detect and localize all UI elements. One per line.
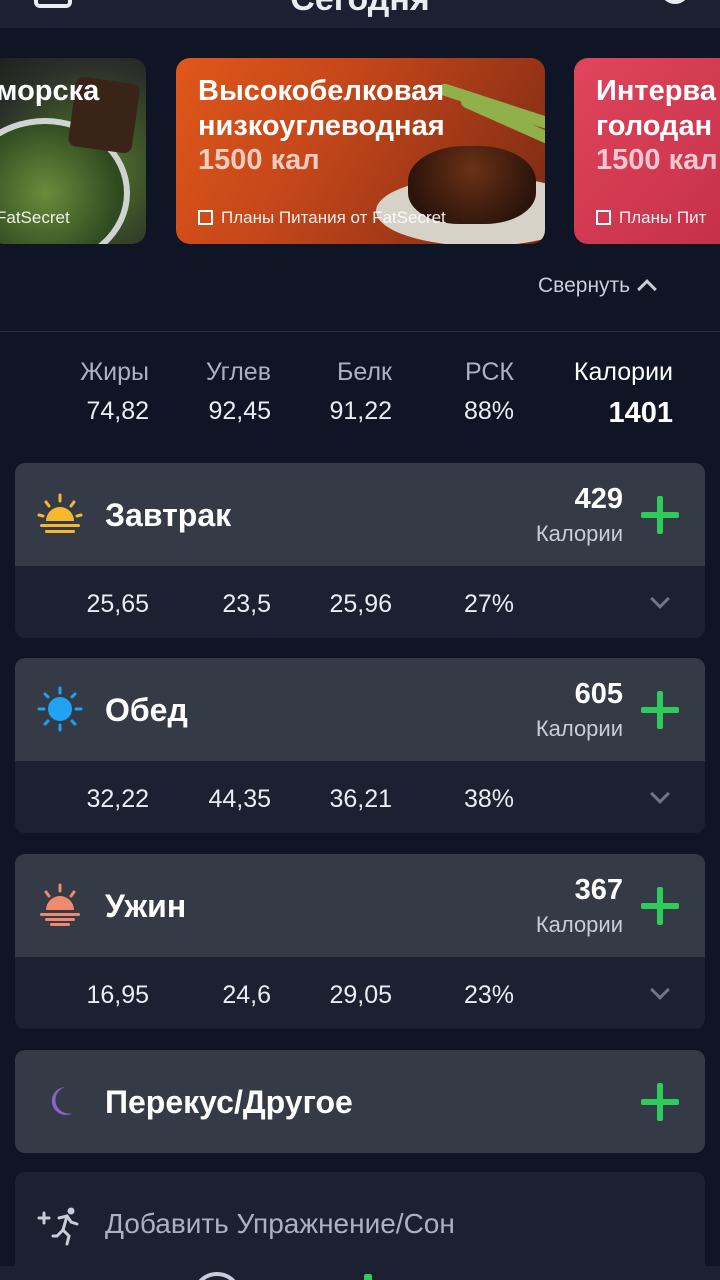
meal-calories: 367 [574,874,623,906]
meal-name: Завтрак [105,497,232,533]
calories-label: Калории [573,358,673,386]
meal-protein: 29,05 [329,981,392,1009]
meal-header[interactable]: Обед 605 Калории [15,658,705,761]
meal-calories-label: Калории [535,716,623,741]
daily-totals: Жиры 74,82 Углев 92,45 Белк 91,22 РСК 88… [0,358,720,438]
add-exercise-icon [37,1207,79,1246]
meal-calories-label: Калории [535,912,623,937]
totals-rsk: РСК 88% [464,358,514,426]
chevron-up-icon [637,279,658,299]
meal-plan-source-text: Планы Пит [619,208,707,227]
fat-value: 74,82 [86,397,149,425]
meal-plan-card[interactable]: Интерва голодан 1500 кал Планы Пит [574,58,720,244]
meal-protein: 36,21 [329,785,392,813]
sunset-icon [40,883,80,926]
meal-rsk: 38% [463,785,514,813]
nav-item-icon[interactable] [192,1272,242,1280]
meal-name: Перекус/Другое [105,1084,353,1120]
collapse-label: Свернуть [538,274,631,297]
rsk-value: 88% [463,397,514,425]
meal-plan-title-line2: голодан [596,110,713,142]
fat-label: Жиры [80,358,149,386]
meal-plan-title-line2: низкоуглеводная [198,110,445,142]
divider [0,331,720,332]
add-exercise-button[interactable]: Добавить Упражнение/Сон [15,1172,705,1280]
chevron-down-icon[interactable] [650,980,670,1000]
meal-plan-title: Интерва голодан [596,74,716,144]
meal-name: Ужин [105,888,187,924]
meal-macros-row[interactable]: 32,22 44,35 36,21 38% [15,761,705,833]
totals-carbs: Углев 92,45 [206,358,271,426]
meal-rsk: 27% [463,590,514,618]
meal-rsk: 23% [463,981,514,1009]
meal-plan-card[interactable]: Высокобелковая низкоуглеводная 1500 кал … [176,58,545,244]
meal-plan-title: морска [0,75,100,107]
collapse-button[interactable]: Свернуть [538,274,658,299]
meal-plan-title: Высокобелковая низкоуглеводная [198,74,445,144]
sun-icon [37,686,83,732]
rsk-label: РСК [464,358,514,386]
meal-fat: 25,65 [86,590,149,618]
meal-name: Обед [105,692,188,728]
moon-icon [51,1087,73,1115]
meal-card-lunch[interactable]: Обед 605 Калории 32,22 44,35 36,21 38% [15,658,705,833]
totals-fat: Жиры 74,82 [80,358,149,426]
meal-plan-source: Планы Питания от FatSecret [198,208,446,228]
carbs-label: Углев [205,358,271,386]
meal-header[interactable]: Ужин 367 Калории [15,854,705,957]
bottom-nav-bar [0,1266,720,1280]
meal-plan-title-line1: Интерва [596,75,716,107]
meal-plan-source: Планы Пит [596,208,706,228]
meal-card-breakfast[interactable]: Завтрак 429 Калории 25,65 23,5 25,96 27% [15,463,705,638]
protein-label: Белк [336,358,392,386]
meal-calories: 429 [574,483,623,515]
meal-plan-calories: 1500 кал [198,144,320,176]
meal-card-snacks[interactable]: Перекус/Другое [15,1050,705,1153]
meal-plan-calories: 1500 кал [596,144,718,176]
meal-macros-row[interactable]: 16,95 24,6 29,05 23% [15,957,705,1029]
meal-plan-title-line1: Высокобелковая [198,75,445,107]
protein-value: 91,22 [329,397,392,425]
page-title: Сегодня [0,0,720,19]
meal-protein: 25,96 [329,590,392,618]
meal-plan-carousel[interactable]: морска FatSecret Высокобелковая низкоугл… [0,58,720,244]
meal-card-dinner[interactable]: Ужин 367 Калории 16,95 24,6 29,05 23% [15,854,705,1029]
sunrise-icon [37,493,83,533]
totals-calories: Калории 1401 [574,358,673,430]
meal-calories-label: Калории [535,521,623,546]
meal-carbs: 23,5 [222,590,271,618]
nav-active-indicator [364,1274,372,1280]
top-bar: Сегодня [0,0,720,28]
meal-calories: 605 [574,678,623,710]
totals-protein: Белк 91,22 [329,358,392,426]
meal-carbs: 24,6 [222,981,271,1009]
meal-carbs: 44,35 [208,785,271,813]
add-food-button[interactable] [641,1083,679,1121]
food-diary-screen: Сегодня морска FatSecret Высокобелковая … [0,0,720,1280]
meal-header[interactable]: Перекус/Другое [15,1050,705,1153]
meal-macros-row[interactable]: 25,65 23,5 25,96 27% [15,566,705,638]
map-icon [596,210,611,225]
meal-fat: 32,22 [86,785,149,813]
meal-header[interactable]: Завтрак 429 Калории [15,463,705,566]
add-food-button[interactable] [641,887,679,925]
meal-plan-source-text: Планы Питания от FatSecret [221,208,446,227]
meal-fat: 16,95 [86,981,149,1009]
add-food-button[interactable] [641,496,679,534]
meal-plan-source: FatSecret [0,208,70,227]
carbs-value: 92,45 [208,397,271,425]
chevron-down-icon[interactable] [650,784,670,804]
add-food-button[interactable] [641,691,679,729]
calories-value: 1401 [608,397,673,429]
meal-plan-card[interactable]: морска FatSecret [0,58,146,244]
chevron-down-icon[interactable] [650,589,670,609]
add-exercise-label: Добавить Упражнение/Сон [105,1208,455,1239]
map-icon [198,210,213,225]
